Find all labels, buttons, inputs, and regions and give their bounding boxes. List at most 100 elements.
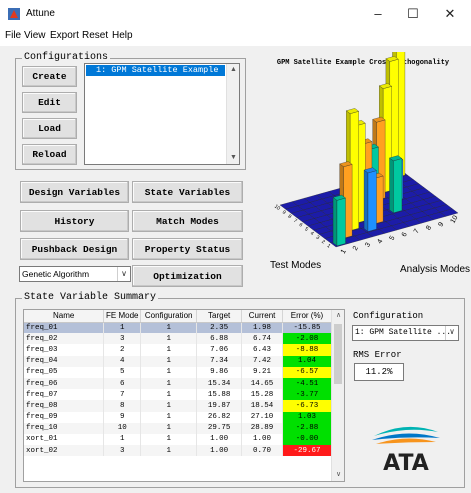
table-row[interactable]: xort_01 1 1 1.00 1.00 -0.00	[24, 433, 332, 446]
analysis-tick-label: 6	[401, 231, 409, 238]
chart-bar	[363, 167, 377, 232]
table-row[interactable]: xort_02 3 1 1.00 0.70 -29.67	[24, 445, 332, 457]
col-fe-mode[interactable]: FE Mode	[103, 310, 142, 323]
configuration-select[interactable]: 1: GPM Satellite ... ∨	[352, 325, 459, 341]
cell-fe-mode: 3	[103, 333, 142, 345]
cell-current: 14.65	[241, 377, 284, 390]
cell-current: 18.54	[241, 400, 284, 412]
cell-configuration: 1	[140, 344, 198, 356]
test-tick-label: 8	[287, 214, 293, 221]
cell-error: -2.08	[282, 333, 332, 345]
cell-configuration: 1	[140, 366, 198, 378]
scroll-up-icon[interactable]: ▲	[227, 64, 240, 76]
cell-name: xort_01	[24, 433, 105, 446]
cell-configuration: 1	[140, 377, 198, 390]
table-row[interactable]: freq_08 8 1 19.87 18.54 -6.73	[24, 400, 332, 412]
col-error[interactable]: Error (%)	[282, 310, 332, 323]
cell-fe-mode: 10	[103, 422, 142, 434]
menu-file[interactable]: File	[5, 30, 21, 41]
table-row[interactable]: freq_01 1 1 2.35 1.98 -15.85	[24, 322, 332, 334]
col-current[interactable]: Current	[241, 310, 284, 323]
cell-current: 7.42	[241, 355, 284, 367]
scroll-up-icon[interactable]: ∧	[332, 310, 344, 322]
property-status-button[interactable]: Property Status	[132, 238, 243, 260]
cell-target: 19.87	[196, 400, 243, 412]
cell-name: freq_06	[24, 377, 105, 390]
analysis-tick-label: 2	[352, 245, 360, 252]
cell-target: 15.88	[196, 389, 243, 401]
table-scrollbar[interactable]: ∧ ∨	[331, 310, 344, 481]
rms-error-value: 11.2%	[354, 363, 404, 381]
reload-button[interactable]: Reload	[22, 144, 77, 165]
bar-face-left	[332, 197, 338, 247]
table-row[interactable]: freq_05 5 1 9.86 9.21 -6.57	[24, 366, 332, 378]
cell-name: freq_08	[24, 400, 105, 412]
chevron-down-icon[interactable]: ∨	[117, 267, 130, 281]
match-modes-button[interactable]: Match Modes	[132, 210, 243, 232]
test-tick-label: 6	[298, 222, 304, 229]
edit-button[interactable]: Edit	[22, 92, 77, 113]
menu-export[interactable]: Export	[50, 30, 79, 41]
cell-target: 26.82	[196, 411, 243, 423]
table-row[interactable]: freq_10 10 1 29.75 28.89 -2.88	[24, 422, 332, 434]
table-row[interactable]: freq_03 2 1 7.06 6.43 -8.88	[24, 344, 332, 356]
table-row[interactable]: freq_04 4 1 7.34 7.42 1.04	[24, 355, 332, 367]
analysis-tick-label: 5	[389, 235, 397, 242]
menu-reset[interactable]: Reset	[82, 30, 108, 41]
load-button[interactable]: Load	[22, 118, 77, 139]
configuration-list-item[interactable]: 1: GPM Satellite Example	[86, 65, 225, 76]
bar-face-front	[336, 197, 346, 247]
history-button[interactable]: History	[20, 210, 129, 232]
cell-current: 15.28	[241, 389, 284, 401]
cell-name: freq_07	[24, 389, 105, 401]
cell-current: 6.74	[241, 333, 284, 345]
cell-error: 1.04	[282, 355, 332, 367]
cell-error: -6.73	[282, 400, 332, 412]
pushback-design-button[interactable]: Pushback Design	[20, 238, 129, 260]
analysis-tick-label: 3	[364, 242, 372, 249]
test-tick-label: 4	[309, 230, 315, 237]
test-tick-label: 7	[292, 218, 298, 225]
cell-name: freq_02	[24, 333, 105, 345]
minimize-button[interactable]: –	[363, 5, 393, 23]
table-row[interactable]: freq_07 7 1 15.88 15.28 -3.77	[24, 389, 332, 401]
cross-orthogonality-chart[interactable]: GPM Satellite Example Cross-orthogonalit…	[248, 52, 470, 282]
analysis-tick-label: 1	[340, 248, 348, 255]
table-row[interactable]: freq_06 6 1 15.34 14.65 -4.51	[24, 377, 332, 390]
design-variables-button[interactable]: Design Variables	[20, 181, 129, 203]
cell-current: 9.21	[241, 366, 284, 378]
cell-name: freq_03	[24, 344, 105, 356]
test-tick-label: 9	[281, 209, 287, 216]
state-variables-button[interactable]: State Variables	[132, 181, 243, 203]
cell-configuration: 1	[140, 411, 198, 423]
table-scroll-thumb[interactable]	[334, 324, 342, 384]
cell-error: -8.88	[282, 344, 332, 356]
col-configuration[interactable]: Configuration	[140, 310, 198, 323]
scroll-down-icon[interactable]: ∨	[332, 469, 344, 481]
optimization-button[interactable]: Optimization	[132, 265, 243, 287]
cell-target: 1.00	[196, 445, 243, 457]
chart-bar	[389, 155, 403, 214]
create-button[interactable]: Create	[22, 66, 77, 87]
algorithm-select[interactable]: Genetic Algorithm ∨	[19, 266, 131, 282]
col-name[interactable]: Name	[24, 310, 105, 323]
configuration-list-scrollbar[interactable]: ▲ ▼	[226, 64, 239, 164]
configuration-list[interactable]: 1: GPM Satellite Example ▲ ▼	[84, 63, 240, 165]
scroll-down-icon[interactable]: ▼	[227, 152, 240, 164]
menu-help[interactable]: Help	[112, 30, 133, 41]
test-tick-label: 5	[303, 226, 309, 233]
close-button[interactable]: ✕	[435, 5, 465, 23]
table-row[interactable]: freq_02 3 1 6.88 6.74 -2.08	[24, 333, 332, 345]
configuration-select-value: 1: GPM Satellite ...	[355, 328, 452, 337]
maximize-button[interactable]: ☐	[398, 5, 428, 23]
cell-target: 15.34	[196, 377, 243, 390]
table-row[interactable]: freq_09 9 1 26.82 27.10 1.03	[24, 411, 332, 423]
bar-face-left	[389, 157, 394, 214]
x-axis-label: Test Modes	[270, 260, 321, 271]
col-target[interactable]: Target	[196, 310, 243, 323]
state-variable-table[interactable]: Name FE Mode Configuration Target Curren…	[23, 309, 345, 482]
cell-fe-mode: 4	[103, 355, 142, 367]
menu-view[interactable]: View	[24, 30, 46, 41]
configuration-label: Configuration	[353, 311, 424, 321]
chevron-down-icon[interactable]: ∨	[445, 326, 458, 340]
